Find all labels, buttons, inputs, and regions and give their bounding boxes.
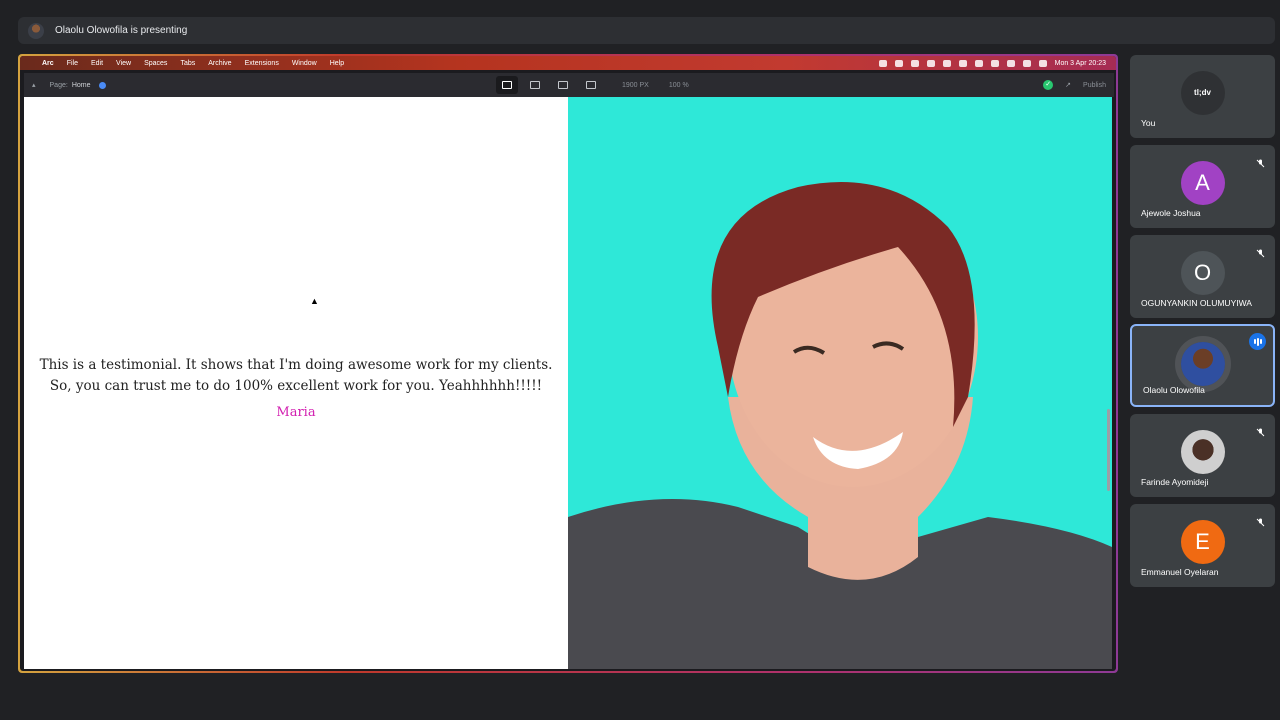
participant-tile-speaking[interactable]: Olaolu Olowofila [1130,324,1275,407]
battery-icon[interactable] [990,59,999,67]
testimonial-panel: ▲ This is a testimonial. It shows that I… [24,97,568,669]
page-label: Page: [49,81,68,89]
participant-avatar: E [1180,520,1225,564]
publish-button[interactable]: Publish [1083,82,1106,89]
participant-tile[interactable]: Farinde Ayomideji [1130,414,1275,497]
status-icon[interactable] [958,59,967,67]
status-icon[interactable] [974,59,983,67]
menu-view[interactable]: View [116,60,131,67]
status-icon[interactable] [942,59,951,67]
menu-clock[interactable]: Mon 3 Apr 20:23 [1055,60,1106,67]
participant-name: Ajewole Joshua [1141,208,1201,218]
mic-off-icon [1256,424,1265,437]
portrait-image [568,182,1112,669]
tldv-logo: tl;dv [1180,71,1225,115]
search-icon[interactable] [1022,59,1031,67]
quote-line-1: This is a testimonial. It shows that I'm… [39,357,553,373]
page-icon[interactable]: ▴ [32,81,36,89]
mouse-cursor-icon: ▲ [310,296,319,306]
mac-menu-bar: Arc File Edit View Spaces Tabs Archive E… [20,56,1116,70]
status-icons: Mon 3 Apr 20:23 [878,59,1116,67]
menu-archive[interactable]: Archive [208,60,231,67]
control-center-icon[interactable] [1038,59,1047,67]
participant-avatar: O [1180,251,1225,295]
sync-icon[interactable] [98,81,106,89]
menu-window[interactable]: Window [292,60,317,67]
site-canvas: ▲ This is a testimonial. It shows that I… [24,97,1112,669]
mic-off-icon [1256,245,1265,258]
participant-tile[interactable]: O OGUNYANKIN OLUMUYIWA [1130,235,1275,318]
page-scrollbar[interactable] [1107,409,1110,491]
menu-arc[interactable]: Arc [42,60,54,67]
status-icon[interactable] [910,59,919,67]
speaking-indicator-icon [1249,333,1266,350]
testimonial-author: Maria [276,405,316,420]
menu-extensions[interactable]: Extensions [245,60,279,67]
participant-tile[interactable]: A Ajewole Joshua [1130,145,1275,228]
canvas-width[interactable]: 1900 PX [622,82,649,89]
canvas-zoom[interactable]: 100 % [669,82,689,89]
participant-name: Farinde Ayomideji [1141,477,1209,487]
participant-tile-you[interactable]: tl;dv You [1130,55,1275,138]
participant-name: Olaolu Olowofila [1143,385,1205,395]
mobile-breakpoint-button[interactable] [580,76,602,94]
mic-off-icon [1256,514,1265,527]
quote-line-2: So, you can trust me to do 100% excellen… [49,378,543,394]
page-selector[interactable]: Home [72,82,91,89]
participant-avatar [1180,430,1225,474]
menu-tabs[interactable]: Tabs [180,60,195,67]
editor-toolbar: ▴ Page: Home 1900 PX 100 % ✓ ↗ Publish [24,73,1114,97]
mic-off-icon [1256,155,1265,168]
shared-screen: Arc File Edit View Spaces Tabs Archive E… [18,54,1118,673]
status-icon[interactable] [926,59,935,67]
meeting-window: Olaolu Olowofila is presenting Arc File … [0,0,1280,720]
participant-avatar [1180,342,1225,386]
participant-tile[interactable]: E Emmanuel Oyelaran [1130,504,1275,587]
status-icon[interactable] [894,59,903,67]
menu-edit[interactable]: Edit [91,60,103,67]
laptop-breakpoint-button[interactable] [524,76,546,94]
share-icon[interactable]: ↗ [1065,81,1071,89]
menu-spaces[interactable]: Spaces [144,60,167,67]
presenting-text: Olaolu Olowofila is presenting [55,25,188,36]
wifi-icon[interactable] [1006,59,1015,67]
presenting-banner: Olaolu Olowofila is presenting [18,17,1275,44]
testimonial-quote: This is a testimonial. It shows that I'm… [24,355,568,397]
desktop-breakpoint-button[interactable] [496,76,518,94]
participant-name: Emmanuel Oyelaran [1141,567,1219,577]
participant-name: OGUNYANKIN OLUMUYIWA [1141,298,1252,308]
testimonial-photo [568,97,1112,669]
participant-name: You [1141,118,1156,128]
breakpoint-switcher: 1900 PX 100 % [496,76,689,94]
tablet-breakpoint-button[interactable] [552,76,574,94]
presenter-avatar [28,22,44,39]
menu-help[interactable]: Help [330,60,344,67]
check-icon[interactable]: ✓ [1043,80,1054,90]
menu-file[interactable]: File [67,60,78,67]
status-icon[interactable] [878,59,887,67]
participant-avatar: A [1180,161,1225,205]
